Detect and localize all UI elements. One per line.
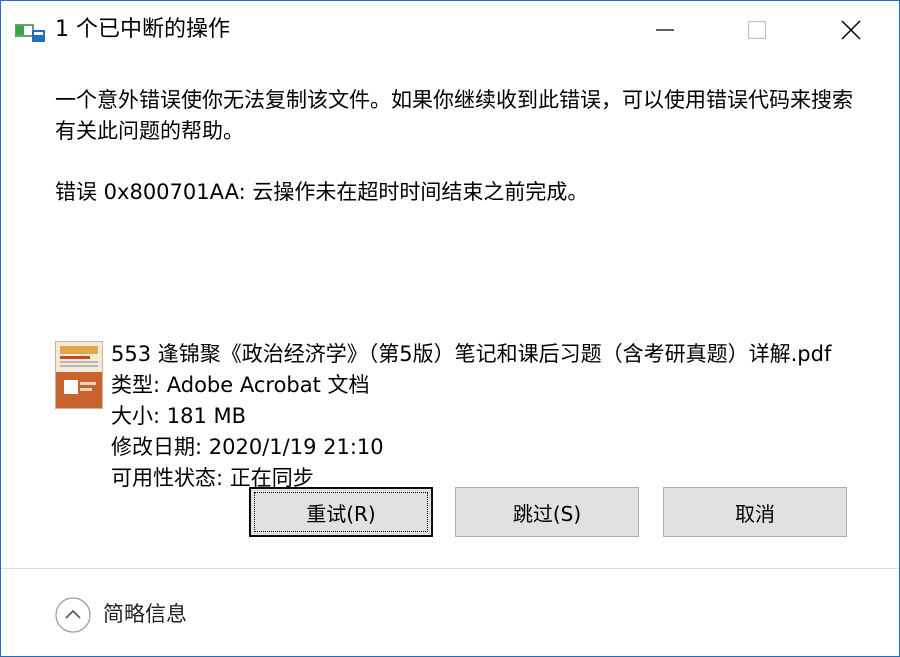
error-code: 错误 0x800701AA: 云操作未在超时时间结束之前完成。 [55, 180, 589, 204]
copy-progress-icon [14, 21, 45, 43]
footer: 简略信息 [1, 568, 899, 656]
pdf-thumbnail-icon [55, 341, 103, 409]
fewer-details-label[interactable]: 简略信息 [103, 599, 187, 629]
title-bar[interactable]: 1 个已中断的操作 [1, 1, 899, 59]
file-type: 类型: Adobe Acrobat 文档 [111, 373, 370, 397]
close-icon [841, 20, 861, 40]
maximize-button[interactable] [711, 1, 803, 59]
maximize-icon [748, 21, 766, 39]
window-title: 1 个已中断的操作 [55, 17, 230, 42]
close-button[interactable] [805, 1, 897, 59]
dialog-window: 1 个已中断的操作 一个意外错误使你无法复制该文件。如果你继续收到此错误，可以使… [0, 0, 900, 657]
retry-button[interactable]: 重试(R) [249, 487, 433, 537]
skip-button[interactable]: 跳过(S) [455, 487, 639, 537]
file-details: 553 逢锦聚《政治经济学》（第5版）笔记和课后习题（含考研真题）详解.pdf … [111, 339, 871, 494]
error-message: 一个意外错误使你无法复制该文件。如果你继续收到此错误，可以使用错误代码来搜索有关… [55, 88, 853, 143]
chevron-up-icon [55, 597, 91, 633]
file-size: 大小: 181 MB [111, 404, 247, 428]
minimize-icon [656, 29, 674, 31]
collapse-details-button[interactable] [55, 597, 91, 633]
minimize-button[interactable] [619, 1, 711, 59]
file-modified: 修改日期: 2020/1/19 21:10 [111, 435, 384, 459]
cancel-button[interactable]: 取消 [663, 487, 847, 537]
file-name: 553 逢锦聚《政治经济学》（第5版）笔记和课后习题（含考研真题）详解.pdf [111, 342, 832, 366]
